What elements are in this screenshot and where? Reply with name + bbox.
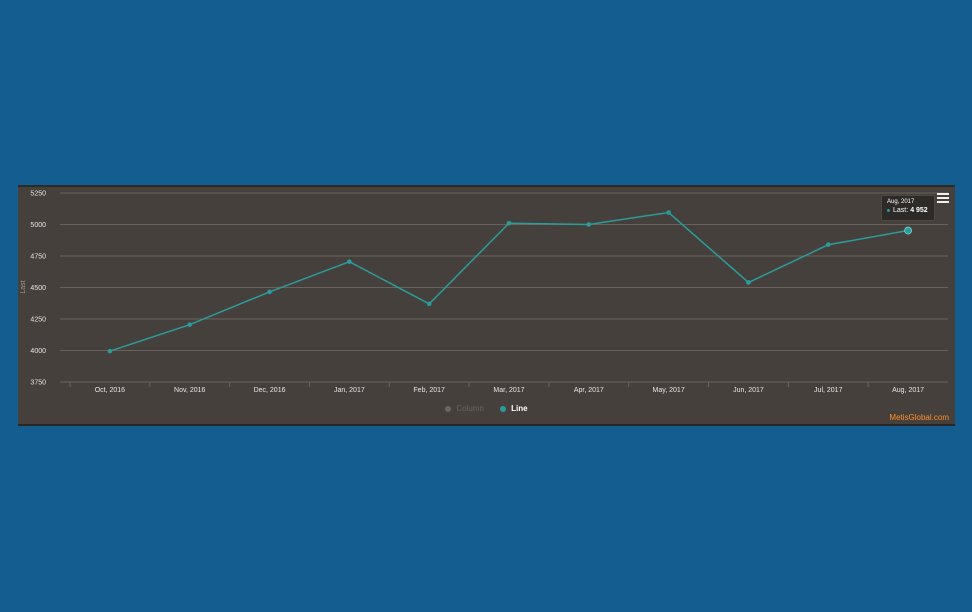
data-point[interactable] xyxy=(825,242,831,247)
data-point[interactable] xyxy=(187,322,193,327)
x-tick-label: Mar, 2017 xyxy=(493,387,524,394)
legend-column-label: Column xyxy=(456,404,484,413)
data-point[interactable] xyxy=(107,348,113,354)
x-tick-label: Aug, 2017 xyxy=(892,387,924,394)
x-tick-label: May, 2017 xyxy=(653,387,685,394)
x-tick-label: Feb, 2017 xyxy=(413,387,445,394)
data-point[interactable] xyxy=(666,210,671,215)
tooltip-value: 4 952 xyxy=(910,207,928,214)
x-tick-label: Oct, 2016 xyxy=(95,387,125,394)
hamburger-menu-icon xyxy=(937,193,949,195)
legend-item-line[interactable]: Line xyxy=(500,404,528,413)
y-tick-label: 5000 xyxy=(30,222,46,229)
y-tick-label: 4750 xyxy=(30,254,46,261)
data-point[interactable] xyxy=(267,289,272,295)
data-point[interactable] xyxy=(746,280,751,285)
data-point[interactable] xyxy=(347,259,352,264)
legend-line-dot-icon xyxy=(500,405,507,412)
x-tick-label: Jul, 2017 xyxy=(814,387,843,394)
x-tick-label: Jan, 2017 xyxy=(334,387,365,394)
data-point-highlighted[interactable] xyxy=(904,226,912,235)
series-line-line xyxy=(109,211,909,352)
tooltip-label: Last: xyxy=(893,207,909,214)
y-tick-label: 4500 xyxy=(30,285,46,292)
credits-link[interactable]: MetisGlobal.com xyxy=(889,413,949,422)
x-tick-label: Nov, 2016 xyxy=(174,387,205,394)
chart-panel: Last 3750 4000 4250 4500 4750 5000 5250 Oct, 2… xyxy=(18,185,955,426)
data-point[interactable] xyxy=(586,222,592,227)
y-tick-label: 5250 xyxy=(30,191,46,198)
legend-line-label: Line xyxy=(511,404,528,413)
data-point[interactable] xyxy=(426,301,432,307)
tooltip-date: Aug, 2017 xyxy=(887,199,915,205)
tooltip-series-dot-icon xyxy=(887,209,890,212)
legend-item-column[interactable]: Column xyxy=(445,404,484,413)
chart-legend: Column Line xyxy=(18,404,955,414)
line-chart: Last 3750 4000 4250 4500 4750 5000 5250 Oct, 2… xyxy=(20,191,948,394)
y-tick-label: 4000 xyxy=(30,348,46,355)
x-tick-label: Jun, 2017 xyxy=(733,387,764,394)
y-tick-label: 4250 xyxy=(30,317,46,324)
y-tick-label: 3750 xyxy=(30,380,46,387)
x-tick-label: Apr, 2017 xyxy=(574,387,604,394)
data-point[interactable] xyxy=(506,220,512,226)
chart-menu-button[interactable] xyxy=(937,193,949,204)
data-tooltip: Aug, 2017 Last: 4 952 xyxy=(881,195,935,221)
x-tick-label: Dec, 2016 xyxy=(254,387,286,394)
y-axis-title: Last xyxy=(20,280,27,293)
legend-column-dot-icon xyxy=(445,405,452,412)
